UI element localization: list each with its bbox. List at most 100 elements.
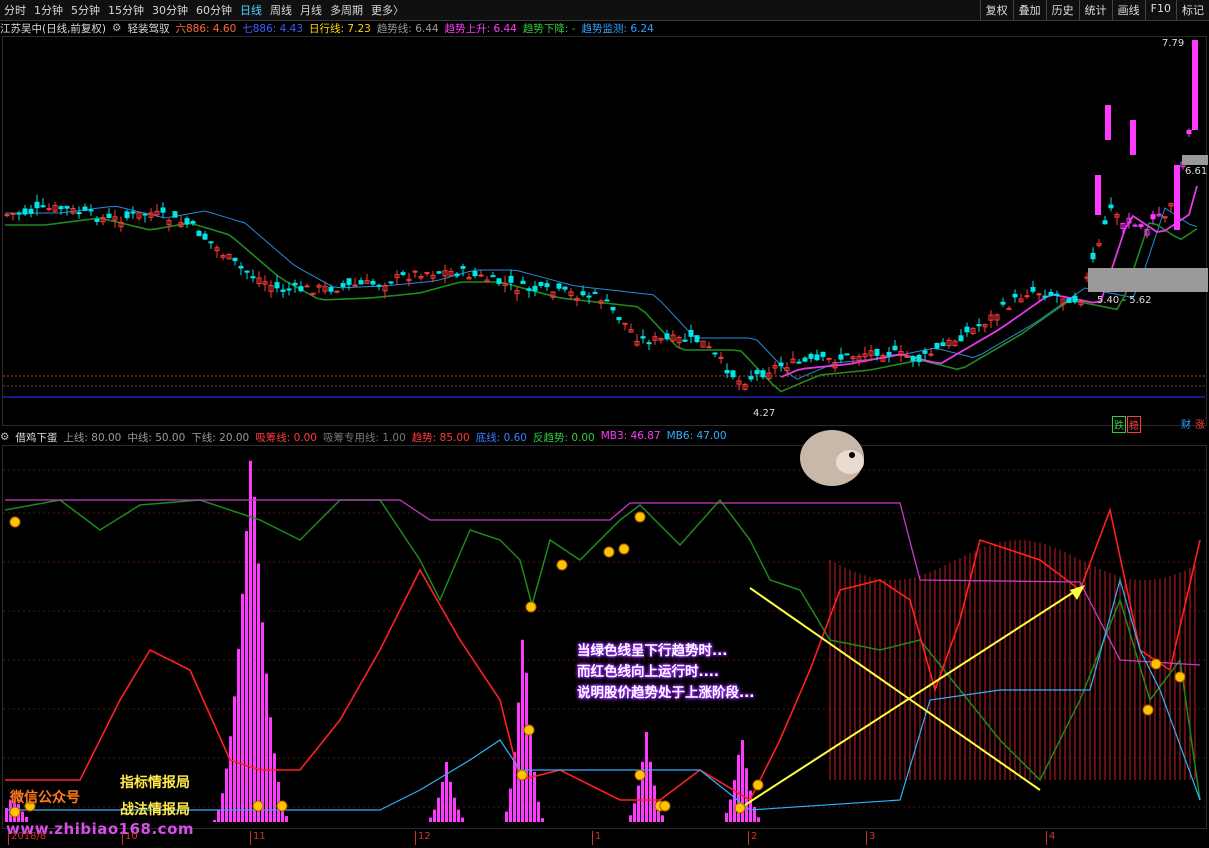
histogram-bar: [229, 736, 232, 822]
candle-body: [724, 369, 730, 374]
candle-body: [250, 276, 256, 279]
tag-cai[interactable]: 财: [1180, 416, 1192, 431]
histogram-bar: [285, 816, 288, 822]
histogram-bar: [233, 696, 236, 822]
candle-body: [304, 285, 310, 288]
candle-body: [1102, 220, 1108, 225]
histogram-bar: [217, 810, 220, 822]
candle-body: [172, 211, 178, 218]
histogram-bar: [733, 780, 736, 822]
histogram-bar: [257, 563, 260, 822]
candle-body: [160, 207, 166, 213]
candle-body: [826, 357, 832, 360]
candle-body: [802, 357, 808, 362]
candle-body: [1138, 224, 1144, 228]
candle-body: [604, 299, 610, 302]
egg-marker: [618, 543, 630, 555]
candle-body: [22, 208, 28, 215]
candle-body: [358, 280, 364, 285]
candle-body: [388, 281, 394, 284]
histogram-bar: [629, 815, 632, 822]
watermark-name2: 战法情报局: [120, 802, 190, 818]
histogram-bar: [505, 811, 508, 822]
candle-body: [694, 335, 700, 343]
candle-body: [238, 265, 244, 269]
candle-body: [1150, 214, 1156, 220]
histogram-bar: [433, 809, 436, 822]
candle-body: [472, 271, 478, 277]
histogram-bar: [237, 648, 240, 822]
trend-annotation: 当绿色线呈下行趋势时... 而红色线向上运行时.... 说明股价趋势处于上涨阶段…: [577, 641, 754, 704]
candle-body: [28, 208, 34, 214]
histogram-bar: [633, 803, 636, 822]
candle-body: [718, 356, 724, 359]
candle-body: [754, 370, 760, 375]
candle-body: [904, 355, 910, 358]
egg-marker: [276, 800, 288, 812]
tag-zhang[interactable]: 涨: [1194, 416, 1206, 431]
histogram-bar: [521, 639, 524, 822]
histogram-bar: [745, 768, 748, 822]
histogram-bar: [445, 762, 448, 822]
candle-body: [976, 324, 982, 327]
annotation-line: 当绿色线呈下行趋势时...: [577, 643, 728, 659]
histogram-bar: [649, 761, 652, 822]
watermark-name1: 指标情报局: [120, 775, 190, 791]
candle-body: [1130, 120, 1136, 155]
histogram-bar: [245, 531, 248, 822]
candle-body: [664, 333, 670, 340]
candle-body: [280, 289, 286, 292]
candle-body: [958, 335, 964, 342]
histogram-bar: [221, 793, 224, 822]
histogram-bar: [273, 753, 276, 822]
candle-body: [556, 283, 562, 289]
histogram-bar: [661, 815, 664, 822]
chart-canvas[interactable]: [0, 0, 1209, 848]
histogram-bar: [437, 797, 440, 822]
candle-body: [964, 326, 970, 333]
candle-body: [1036, 293, 1042, 296]
candle-body: [208, 241, 214, 244]
candle-body: [346, 278, 352, 285]
candle-body: [10, 212, 16, 215]
egg-marker: [9, 806, 21, 818]
histogram-bar: [645, 732, 648, 822]
candle-body: [1006, 307, 1012, 310]
candle-body: [526, 288, 532, 291]
price-zone: [1088, 268, 1208, 292]
x-axis-tick: 4: [1046, 831, 1055, 845]
annotation-line: 而红色线向上运行时....: [577, 664, 720, 680]
candle-body: [682, 339, 688, 342]
candle-body: [106, 213, 112, 218]
wechat-watermark: 微信公众号: [10, 790, 80, 806]
candle-body: [1000, 301, 1006, 305]
candle-body: [838, 354, 844, 360]
candle-body: [34, 201, 40, 209]
candle-body: [46, 208, 52, 211]
candle-body: [532, 285, 538, 292]
histogram-bar: [757, 817, 760, 822]
x-axis-tick: 11: [250, 831, 266, 845]
ma-line: [5, 205, 1198, 380]
histogram-bar: [729, 799, 732, 822]
candle-body: [328, 286, 334, 292]
candle-body: [934, 342, 940, 349]
candle-body: [1066, 298, 1072, 304]
candle-body: [286, 288, 292, 291]
egg-marker: [1174, 671, 1186, 683]
candle-body: [130, 211, 136, 214]
egg-marker: [525, 601, 537, 613]
tag-die[interactable]: 跌: [1112, 416, 1126, 433]
candle-body: [436, 271, 442, 274]
candle-body: [478, 274, 484, 277]
candle-body: [1054, 293, 1060, 296]
tag-wen[interactable]: 稳: [1127, 416, 1141, 433]
candle-body: [622, 322, 628, 325]
candle-body: [910, 356, 916, 362]
candle-body: [796, 361, 802, 364]
histogram-bar: [537, 801, 540, 822]
candle-body: [4, 214, 10, 217]
egg-marker: [659, 800, 671, 812]
histogram-bar: [461, 817, 464, 822]
candle-body: [298, 286, 304, 292]
